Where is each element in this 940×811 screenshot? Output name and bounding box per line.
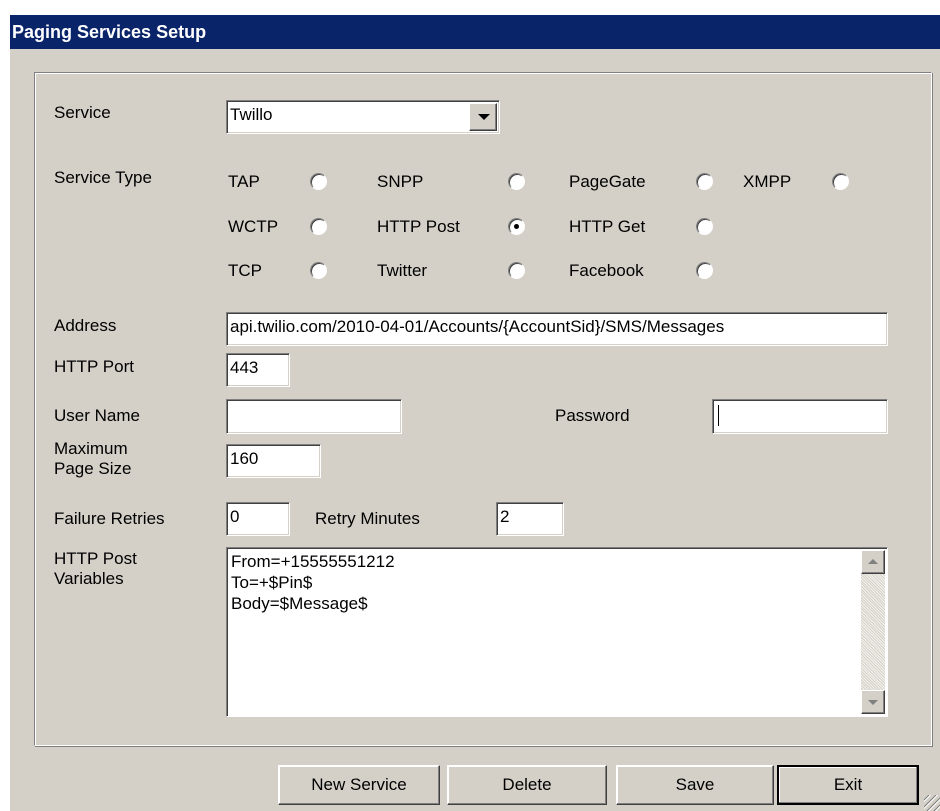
service-label: Service (54, 103, 111, 122)
radio-label-snpp: SNPP (377, 172, 424, 191)
post-variables-label: HTTP Post Variables (54, 549, 137, 589)
post-variable-line: To=+$Pin$ (231, 573, 313, 592)
failure-retries-input[interactable]: 0 (226, 502, 290, 536)
user-name-input[interactable] (226, 399, 402, 434)
radio-tap[interactable] (310, 173, 327, 190)
retry-minutes-input[interactable]: 2 (496, 502, 564, 536)
radio-tcp[interactable] (310, 262, 327, 279)
resize-grip-icon[interactable] (924, 795, 940, 811)
address-input[interactable]: api.twilio.com/2010-04-01/Accounts/{Acco… (226, 312, 888, 346)
retry-minutes-label: Retry Minutes (315, 509, 420, 528)
new-service-button[interactable]: New Service (278, 765, 440, 805)
max-page-size-label-line2: Page Size (54, 459, 132, 478)
post-variable-line: From=+15555551212 (231, 552, 395, 571)
post-variables-label-line1: HTTP Post (54, 549, 137, 568)
radio-label-facebook: Facebook (569, 261, 644, 280)
radio-twitter[interactable] (508, 262, 525, 279)
user-name-label: User Name (54, 406, 140, 425)
paging-services-window: Paging Services Setup Service Twillo Ser… (10, 15, 940, 811)
radio-label-http-get: HTTP Get (569, 217, 646, 236)
post-variables-textarea[interactable]: From=+15555551212 To=+$Pin$ Body=$Messag… (226, 547, 888, 717)
post-variables-content: From=+15555551212 To=+$Pin$ Body=$Messag… (231, 551, 395, 614)
textarea-scrollbar[interactable] (861, 550, 885, 714)
radio-label-twitter: Twitter (377, 261, 428, 280)
radio-wctp[interactable] (310, 218, 327, 235)
radio-label-pagegate: PageGate (569, 172, 646, 191)
radio-label-tap: TAP (228, 172, 260, 191)
max-page-size-label: Maximum Page Size (54, 439, 132, 479)
scroll-down-arrow-icon[interactable] (861, 690, 885, 714)
text-caret (718, 405, 719, 426)
radio-http-post[interactable] (508, 218, 525, 235)
http-port-input[interactable]: 443 (226, 353, 290, 387)
post-variables-label-line2: Variables (54, 569, 124, 588)
radio-snpp[interactable] (508, 173, 525, 190)
radio-xmpp[interactable] (832, 173, 849, 190)
password-input[interactable] (712, 399, 888, 434)
radio-label-http-post: HTTP Post (377, 217, 460, 236)
radio-facebook[interactable] (696, 262, 713, 279)
post-variable-line: Body=$Message$ (231, 594, 368, 613)
failure-retries-label: Failure Retries (54, 509, 165, 528)
delete-button[interactable]: Delete (447, 765, 607, 805)
service-type-label: Service Type (54, 168, 152, 187)
service-select[interactable]: Twillo (226, 100, 500, 134)
scroll-up-arrow-icon[interactable] (861, 550, 885, 574)
radio-label-xmpp: XMPP (743, 172, 792, 191)
max-page-size-label-line1: Maximum (54, 439, 128, 458)
http-port-label: HTTP Port (54, 357, 134, 376)
dropdown-arrow-icon[interactable] (469, 103, 497, 131)
radio-pagegate[interactable] (696, 173, 713, 190)
radio-http-get[interactable] (696, 218, 713, 235)
save-button[interactable]: Save (616, 765, 774, 805)
max-page-size-input[interactable]: 160 (226, 444, 321, 478)
radio-label-wctp: WCTP (228, 217, 279, 236)
password-label: Password (555, 406, 630, 425)
service-select-value: Twillo (230, 105, 273, 124)
window-title: Paging Services Setup (10, 15, 940, 49)
address-label: Address (54, 316, 117, 335)
exit-button[interactable]: Exit (777, 765, 919, 805)
radio-label-tcp: TCP (228, 261, 262, 280)
